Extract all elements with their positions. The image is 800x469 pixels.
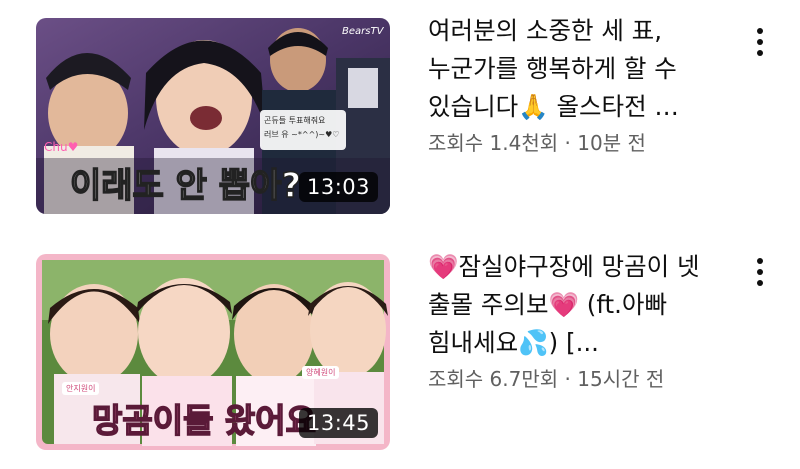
- name-tag: 양혜원이: [302, 366, 340, 379]
- video-title[interactable]: 💗잠실야구장에 망곰이 넷 출몰 주의보💗 (ft.아빠 힘내세요💦) [...: [428, 248, 738, 362]
- meta-separator: ·: [558, 131, 578, 155]
- video-item[interactable]: BearsTV Chu♥ 곤듀들 투표해줘요 러브 유 ~*^^)~♥♡ 이래도…: [0, 12, 800, 217]
- meta-separator: ·: [558, 367, 578, 391]
- video-thumbnail[interactable]: 안지원이 양혜원이 망곰이들 왔어요 13:45: [36, 254, 390, 450]
- thumbnail-caption: 이래도 안 뽑아?: [69, 165, 302, 207]
- thumbnail-speech-bubble: 곤듀들 투표해줘요 러브 유 ~*^^)~♥♡: [264, 114, 344, 142]
- more-vert-icon[interactable]: [746, 252, 774, 292]
- video-metadata: 조회수 6.7만회 · 15시간 전: [428, 366, 738, 392]
- video-metadata: 조회수 1.4천회 · 10분 전: [428, 130, 738, 156]
- video-item[interactable]: 안지원이 양혜원이 망곰이들 왔어요 13:45 💗잠실야구장에 망곰이 넷 출…: [0, 248, 800, 453]
- view-count: 조회수 1.4천회: [428, 131, 559, 155]
- view-count: 조회수 6.7만회: [428, 367, 559, 391]
- duration-badge: 13:03: [298, 172, 378, 202]
- thumbnail-sticker-text: Chu♥: [44, 140, 79, 154]
- bubble-line: 러브 유 ~*^^)~♥♡: [264, 130, 340, 139]
- bubble-line: 곤듀들 투표해줘요: [264, 116, 326, 125]
- upload-age: 10분 전: [577, 131, 646, 155]
- more-vert-icon[interactable]: [746, 22, 774, 62]
- video-thumbnail[interactable]: BearsTV Chu♥ 곤듀들 투표해줘요 러브 유 ~*^^)~♥♡ 이래도…: [36, 18, 390, 214]
- video-info[interactable]: 💗잠실야구장에 망곰이 넷 출몰 주의보💗 (ft.아빠 힘내세요💦) [...…: [428, 248, 738, 392]
- duration-badge: 13:45: [298, 408, 378, 438]
- thumbnail-caption: 망곰이들 왔어요: [91, 400, 317, 441]
- upload-age: 15시간 전: [577, 367, 665, 391]
- channel-logo-text: BearsTV: [342, 26, 384, 37]
- video-info[interactable]: 여러분의 소중한 세 표, 누군가를 행복하게 할 수 있습니다🙏 올스타전 ……: [428, 12, 738, 156]
- video-title[interactable]: 여러분의 소중한 세 표, 누군가를 행복하게 할 수 있습니다🙏 올스타전 …: [428, 12, 738, 126]
